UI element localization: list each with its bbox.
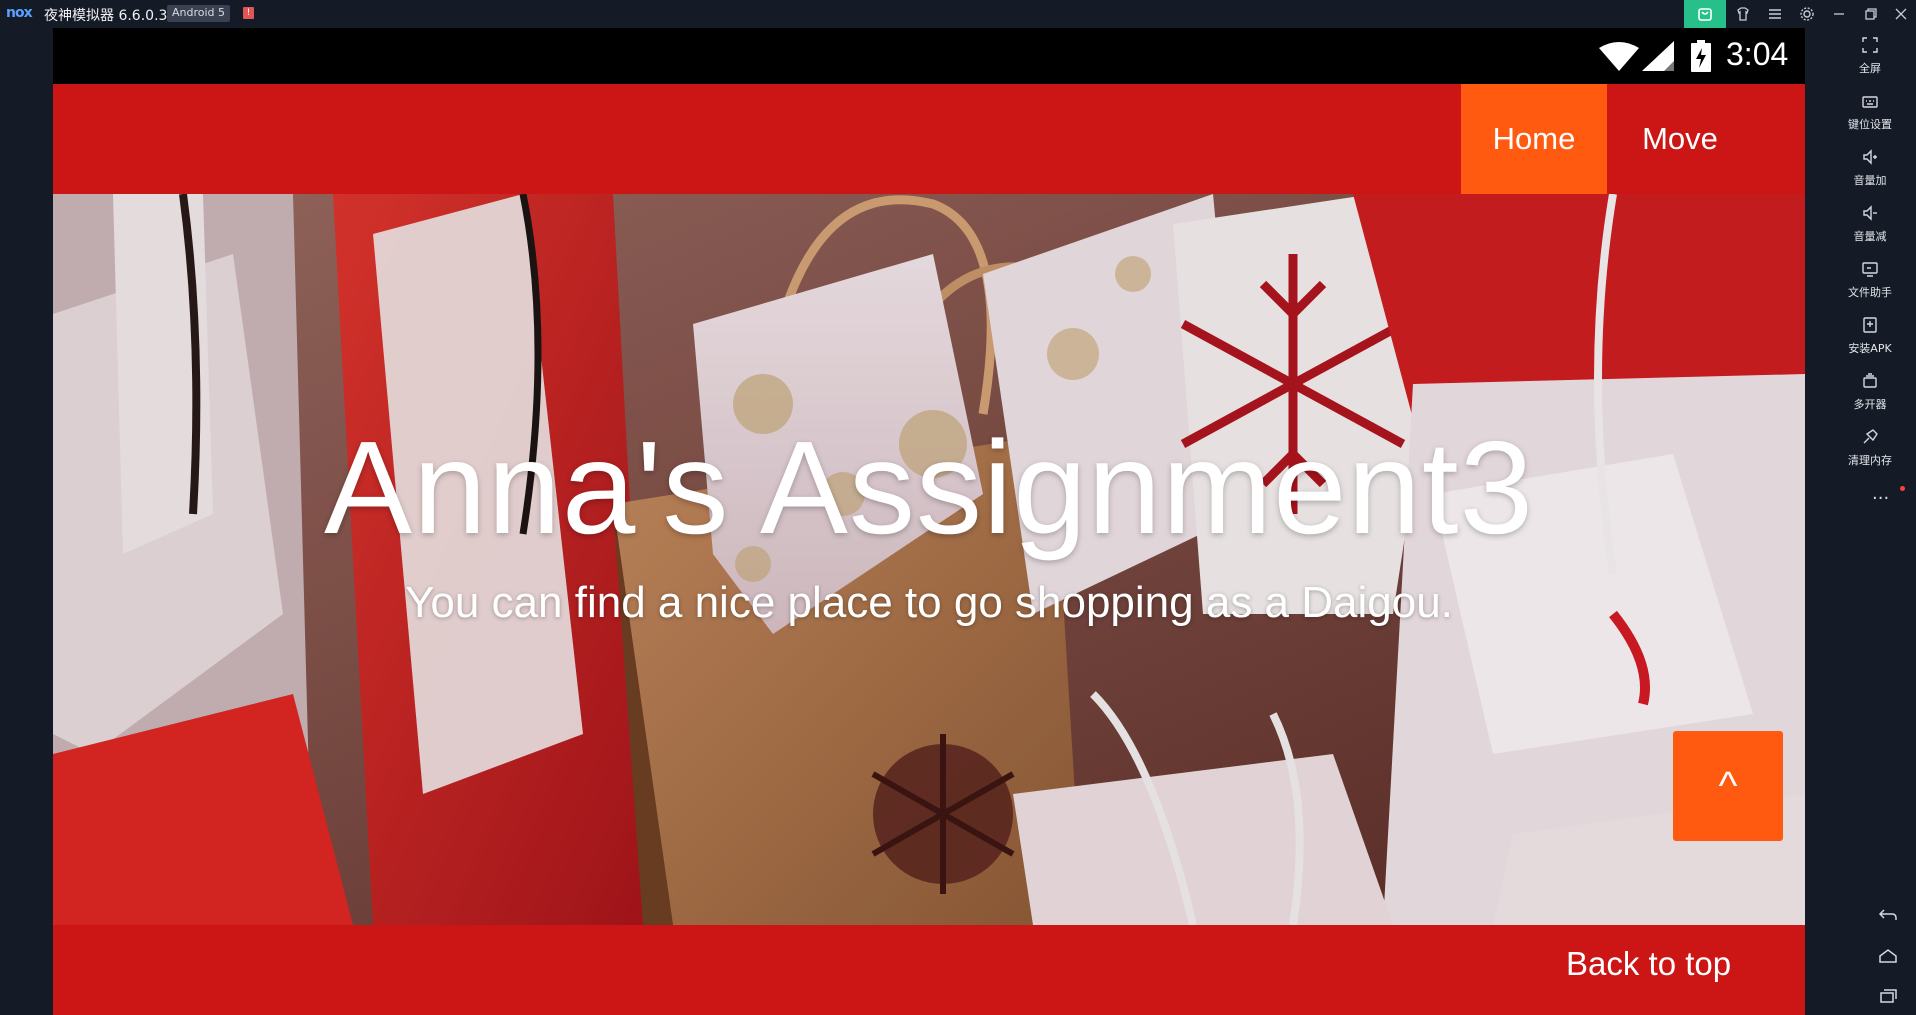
home-icon[interactable] (1878, 947, 1898, 970)
multi-instance-icon (1824, 372, 1916, 396)
android-screen: 3:04 Home Move Anna's Assignment3 You ca… (53, 28, 1805, 1015)
toolbar-label: 音量加 (1853, 174, 1887, 187)
battery-charging-icon (1691, 40, 1711, 72)
status-clock: 3:04 (1726, 36, 1789, 72)
alert-icon[interactable]: ! (243, 7, 254, 19)
close-icon[interactable] (1886, 0, 1916, 28)
cellular-signal-icon (1642, 41, 1674, 71)
toolbar-file-assistant[interactable]: 文件助手 (1806, 260, 1916, 316)
window-title: 夜神模拟器 6.6.0.3 (44, 8, 168, 24)
toolbar-label: 键位设置 (1848, 118, 1892, 131)
volume-up-icon (1824, 148, 1916, 172)
minimize-icon[interactable] (1824, 0, 1854, 28)
toolbar-label: 全屏 (1859, 62, 1881, 75)
store-icon[interactable] (1684, 0, 1726, 28)
wifi-icon (1599, 42, 1639, 71)
toolbar-label: 文件助手 (1848, 286, 1892, 299)
fullscreen-icon (1824, 36, 1916, 60)
toolbar-volume-down[interactable]: 音量减 (1806, 204, 1916, 260)
recents-icon[interactable] (1878, 987, 1898, 1010)
volume-down-icon (1824, 204, 1916, 228)
emulator-titlebar: nox 夜神模拟器 6.6.0.3 Android 5 ! (0, 0, 1916, 28)
keymap-icon (1824, 92, 1916, 116)
skin-icon[interactable] (1728, 0, 1758, 28)
site-navbar: Home Move (53, 84, 1805, 194)
toolbar-fullscreen[interactable]: 全屏 (1806, 36, 1916, 92)
android-version-badge: Android 5 (167, 5, 231, 22)
toolbar-label: 多开器 (1853, 398, 1887, 411)
toolbar-label: 音量减 (1853, 230, 1887, 243)
notification-dot (1900, 486, 1905, 491)
nav-move-link[interactable]: Move (1607, 84, 1753, 194)
android-status-bar: 3:04 (53, 28, 1805, 84)
toolbar-label: 清理内存 (1848, 454, 1892, 467)
site-footer: Back to top (53, 925, 1805, 1015)
toolbar-label: 安装APK (1848, 342, 1892, 355)
restore-icon[interactable] (1856, 0, 1886, 28)
toolbar-clean-memory[interactable]: 清理内存 (1806, 428, 1916, 484)
toolbar-install-apk[interactable]: 安装APK (1806, 316, 1916, 372)
menu-icon[interactable] (1760, 0, 1790, 28)
toolbar-keymap[interactable]: 键位设置 (1806, 92, 1916, 148)
nox-logo: nox (6, 5, 33, 21)
install-apk-icon (1824, 316, 1916, 340)
emulator-window: nox 夜神模拟器 6.6.0.3 Android 5 ! 全屏 键位设置 音量… (0, 0, 1916, 1015)
hero-subtitle: You can find a nice place to go shopping… (405, 578, 1453, 627)
hero-section: Anna's Assignment3 You can find a nice p… (53, 194, 1805, 925)
emulator-toolbar: 全屏 键位设置 音量加 音量减 文件助手 安装APK 多开器 清理内存 (1806, 28, 1916, 1015)
scroll-to-top-button[interactable]: ^ (1673, 731, 1783, 841)
more-icon[interactable]: ... (1872, 483, 1889, 504)
toolbar-volume-up[interactable]: 音量加 (1806, 148, 1916, 204)
clean-memory-icon (1824, 428, 1916, 452)
file-assistant-icon (1824, 260, 1916, 284)
settings-icon[interactable] (1792, 0, 1822, 28)
back-to-top-link[interactable]: Back to top (1566, 945, 1731, 983)
nav-home-link[interactable]: Home (1461, 84, 1607, 194)
back-icon[interactable] (1878, 906, 1898, 929)
toolbar-multi-instance[interactable]: 多开器 (1806, 372, 1916, 428)
hero-title: Anna's Assignment3 (324, 414, 1534, 561)
